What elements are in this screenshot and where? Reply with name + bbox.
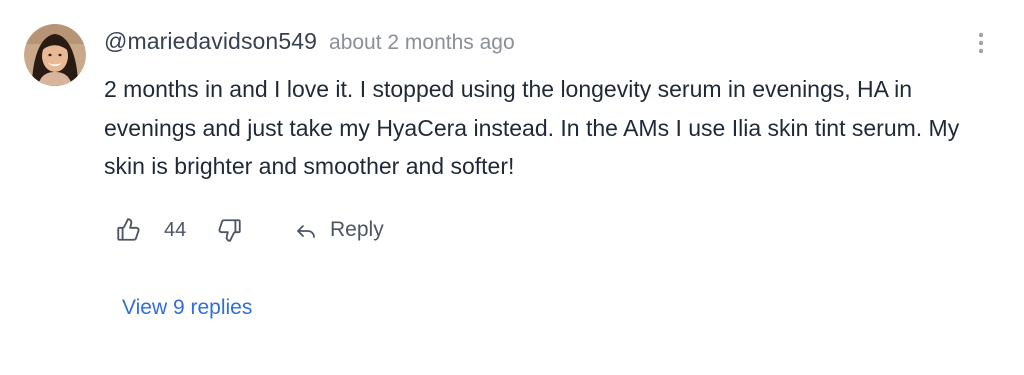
- more-vertical-icon: [978, 32, 984, 54]
- like-button[interactable]: [112, 208, 144, 252]
- thumbs-up-icon: [117, 218, 140, 241]
- avatar-image: [24, 24, 86, 86]
- view-replies-link[interactable]: View 9 replies: [122, 296, 252, 320]
- dislike-button[interactable]: [214, 208, 246, 252]
- comment-body: 2 months in and I love it. I stopped usi…: [104, 76, 960, 179]
- like-count: 44: [164, 219, 187, 241]
- reply-button[interactable]: Reply: [294, 208, 384, 252]
- avatar[interactable]: [24, 24, 86, 86]
- comment-card: @mariedavidson549 about 2 months ago 2 m…: [0, 0, 1024, 375]
- reply-label: Reply: [330, 218, 384, 241]
- username-link[interactable]: @mariedavidson549: [104, 28, 317, 55]
- thumbs-down-icon: [218, 219, 241, 242]
- more-options-button[interactable]: [970, 30, 992, 56]
- reply-arrow-icon: [297, 225, 315, 238]
- comment-timestamp: about 2 months ago: [329, 31, 515, 54]
- comment-actions: 44 Reply: [104, 208, 504, 252]
- comment-header: @mariedavidson549 about 2 months ago: [104, 28, 515, 55]
